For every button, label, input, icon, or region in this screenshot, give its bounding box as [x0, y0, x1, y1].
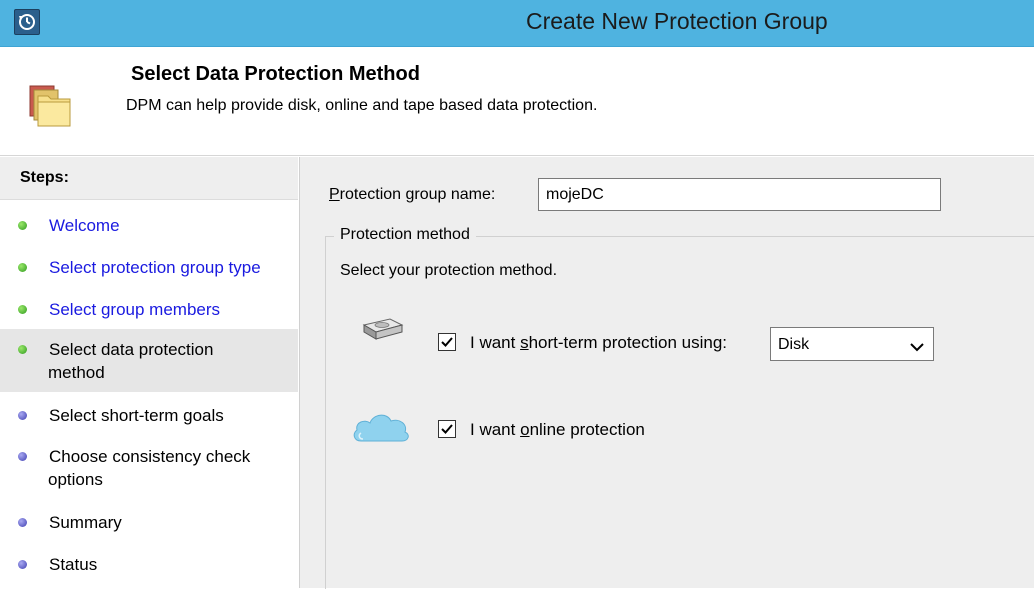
online-protection-label: I want online protection [470, 420, 645, 440]
step-welcome[interactable]: Welcome [0, 214, 298, 238]
step-select-short-term-goals: Select short-term goals [0, 404, 298, 428]
disk-drive-icon [360, 315, 406, 343]
step-pending-bullet-icon [18, 518, 27, 527]
step-label: Select short-term goals [49, 406, 224, 425]
short-term-protection-checkbox[interactable] [438, 333, 456, 351]
label-text: rotection group name: [339, 186, 496, 203]
step-label[interactable]: Welcome [49, 214, 120, 237]
label-text: nline protection [529, 420, 645, 439]
step-label-line2: method [48, 363, 105, 382]
header-divider [0, 155, 1034, 156]
short-term-protection-label: I want short-term protection using: [470, 333, 727, 353]
step-summary: Summary [0, 511, 298, 535]
step-select-data-protection-method: Select data protection method [0, 329, 298, 392]
protection-method-group [325, 236, 1034, 589]
step-label: Choose consistency check [49, 447, 251, 466]
step-label: Select data protection [49, 340, 214, 359]
step-choose-consistency-check-options: Choose consistency check options [0, 445, 298, 493]
protection-method-legend: Protection method [334, 226, 476, 244]
step-complete-bullet-icon [18, 221, 27, 230]
online-protection-checkbox[interactable] [438, 420, 456, 438]
steps-heading: Steps: [0, 157, 298, 200]
protection-group-name-label: Protection group name: [329, 186, 495, 204]
step-pending-bullet-icon [18, 560, 27, 569]
label-accelerator: P [329, 186, 340, 203]
step-select-protection-group-type[interactable]: Select protection group type [0, 256, 298, 280]
page-title: Select Data Protection Method [131, 63, 420, 85]
step-label[interactable]: Select protection group type [49, 256, 261, 279]
step-select-group-members[interactable]: Select group members [0, 298, 298, 322]
label-accelerator: o [520, 420, 530, 439]
label-text: hort-term protection using: [528, 333, 728, 352]
step-pending-bullet-icon [18, 452, 27, 461]
steps-heading-label: Steps: [20, 169, 69, 186]
chevron-down-icon [910, 339, 924, 357]
step-current-bullet-icon [18, 345, 27, 354]
protection-group-name-input[interactable] [538, 178, 941, 211]
short-term-media-dropdown[interactable]: Disk [770, 327, 934, 361]
step-complete-bullet-icon [18, 305, 27, 314]
step-label[interactable]: Select group members [49, 298, 220, 321]
step-pending-bullet-icon [18, 411, 27, 420]
cloud-icon [351, 409, 411, 443]
step-label: Summary [49, 513, 122, 532]
protection-method-prompt: Select your protection method. [340, 262, 558, 279]
step-label-line2: options [48, 470, 103, 489]
page-subtitle: DPM can help provide disk, online and ta… [126, 97, 598, 114]
label-text: I want [470, 333, 521, 352]
label-text: I want [470, 420, 521, 439]
step-complete-bullet-icon [18, 263, 27, 272]
label-accelerator: s [520, 333, 529, 352]
window-title: Create New Protection Group [526, 8, 828, 34]
step-status: Status [0, 553, 298, 577]
folders-icon [26, 82, 74, 130]
step-label: Status [49, 555, 98, 574]
title-bar: Create New Protection Group [0, 0, 1034, 47]
dpm-clock-icon[interactable] [14, 9, 40, 35]
dropdown-selected-value: Disk [778, 336, 810, 353]
